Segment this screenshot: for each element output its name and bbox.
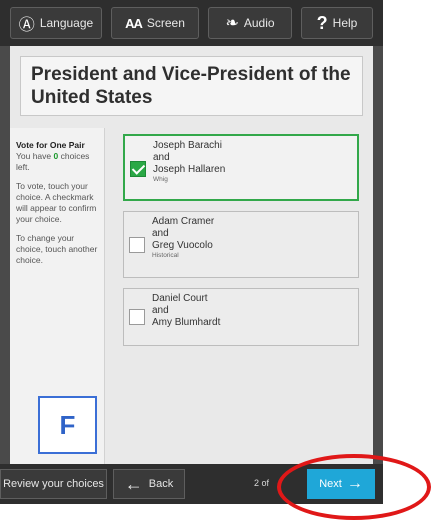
candidate-option-barachi[interactable]: Joseph Barachi and Joseph Hallaren Whig bbox=[123, 134, 359, 201]
candidate-name: Adam Cramer bbox=[152, 216, 215, 227]
party-label: Historical bbox=[152, 252, 179, 259]
you-have-prefix: You have bbox=[16, 151, 54, 161]
candidate-text: Daniel Court and Amy Blumhardt bbox=[152, 293, 220, 329]
candidate-list: Joseph Barachi and Joseph Hallaren Whig … bbox=[123, 134, 359, 356]
audio-button[interactable]: ❧ Audio bbox=[208, 7, 292, 39]
contest-title: President and Vice-President of the Unit… bbox=[20, 56, 363, 116]
help-icon: ? bbox=[316, 12, 328, 33]
help-label: Help bbox=[332, 16, 358, 30]
and-text: and bbox=[153, 152, 170, 163]
screen-label: Screen bbox=[146, 16, 185, 30]
audio-icon: ❧ bbox=[225, 15, 239, 32]
screen-button[interactable]: AA Screen bbox=[111, 7, 199, 39]
party-label: Whig bbox=[153, 176, 168, 183]
checkbox-icon[interactable] bbox=[129, 237, 145, 253]
top-toolbar: Ⓐ Language AA Screen ❧ Audio ? Help bbox=[0, 0, 383, 46]
candidate-name: Daniel Court bbox=[152, 293, 208, 304]
running-mate-name: Amy Blumhardt bbox=[152, 317, 221, 328]
candidate-text: Adam Cramer and Greg Vuocolo Historical bbox=[152, 216, 214, 260]
arrow-left-icon: ← bbox=[124, 473, 143, 494]
language-icon: Ⓐ bbox=[18, 17, 35, 34]
vote-for-text: Vote for One Pair bbox=[16, 140, 85, 150]
checkbox-icon[interactable] bbox=[129, 309, 145, 325]
audio-label: Audio bbox=[243, 16, 275, 30]
language-button[interactable]: Ⓐ Language bbox=[10, 7, 102, 39]
annotation-label-f: F bbox=[38, 396, 97, 454]
highlight-circle bbox=[277, 454, 431, 520]
and-text: and bbox=[152, 228, 169, 239]
how-to-vote-text: To vote, touch your choice. A checkmark … bbox=[16, 181, 97, 224]
candidate-text: Joseph Barachi and Joseph Hallaren Whig bbox=[153, 140, 225, 184]
help-button[interactable]: ? Help bbox=[301, 7, 373, 39]
running-mate-name: Greg Vuocolo bbox=[152, 240, 213, 251]
candidate-option-court[interactable]: Daniel Court and Amy Blumhardt bbox=[123, 288, 359, 346]
text-size-icon: AA bbox=[125, 15, 143, 31]
and-text: and bbox=[152, 305, 169, 316]
back-button[interactable]: ← Back bbox=[113, 469, 185, 499]
review-choices-button[interactable]: Review your choices bbox=[0, 469, 107, 499]
how-to-change-text: To change your choice, touch another cho… bbox=[16, 233, 98, 265]
candidate-name: Joseph Barachi bbox=[153, 140, 222, 151]
back-label: Back bbox=[148, 478, 174, 490]
candidate-option-cramer[interactable]: Adam Cramer and Greg Vuocolo Historical bbox=[123, 211, 359, 278]
language-label: Language bbox=[39, 16, 94, 30]
page-indicator: 2 of bbox=[254, 478, 270, 488]
running-mate-name: Joseph Hallaren bbox=[153, 164, 226, 175]
checkbox-checked-icon[interactable] bbox=[130, 161, 146, 177]
